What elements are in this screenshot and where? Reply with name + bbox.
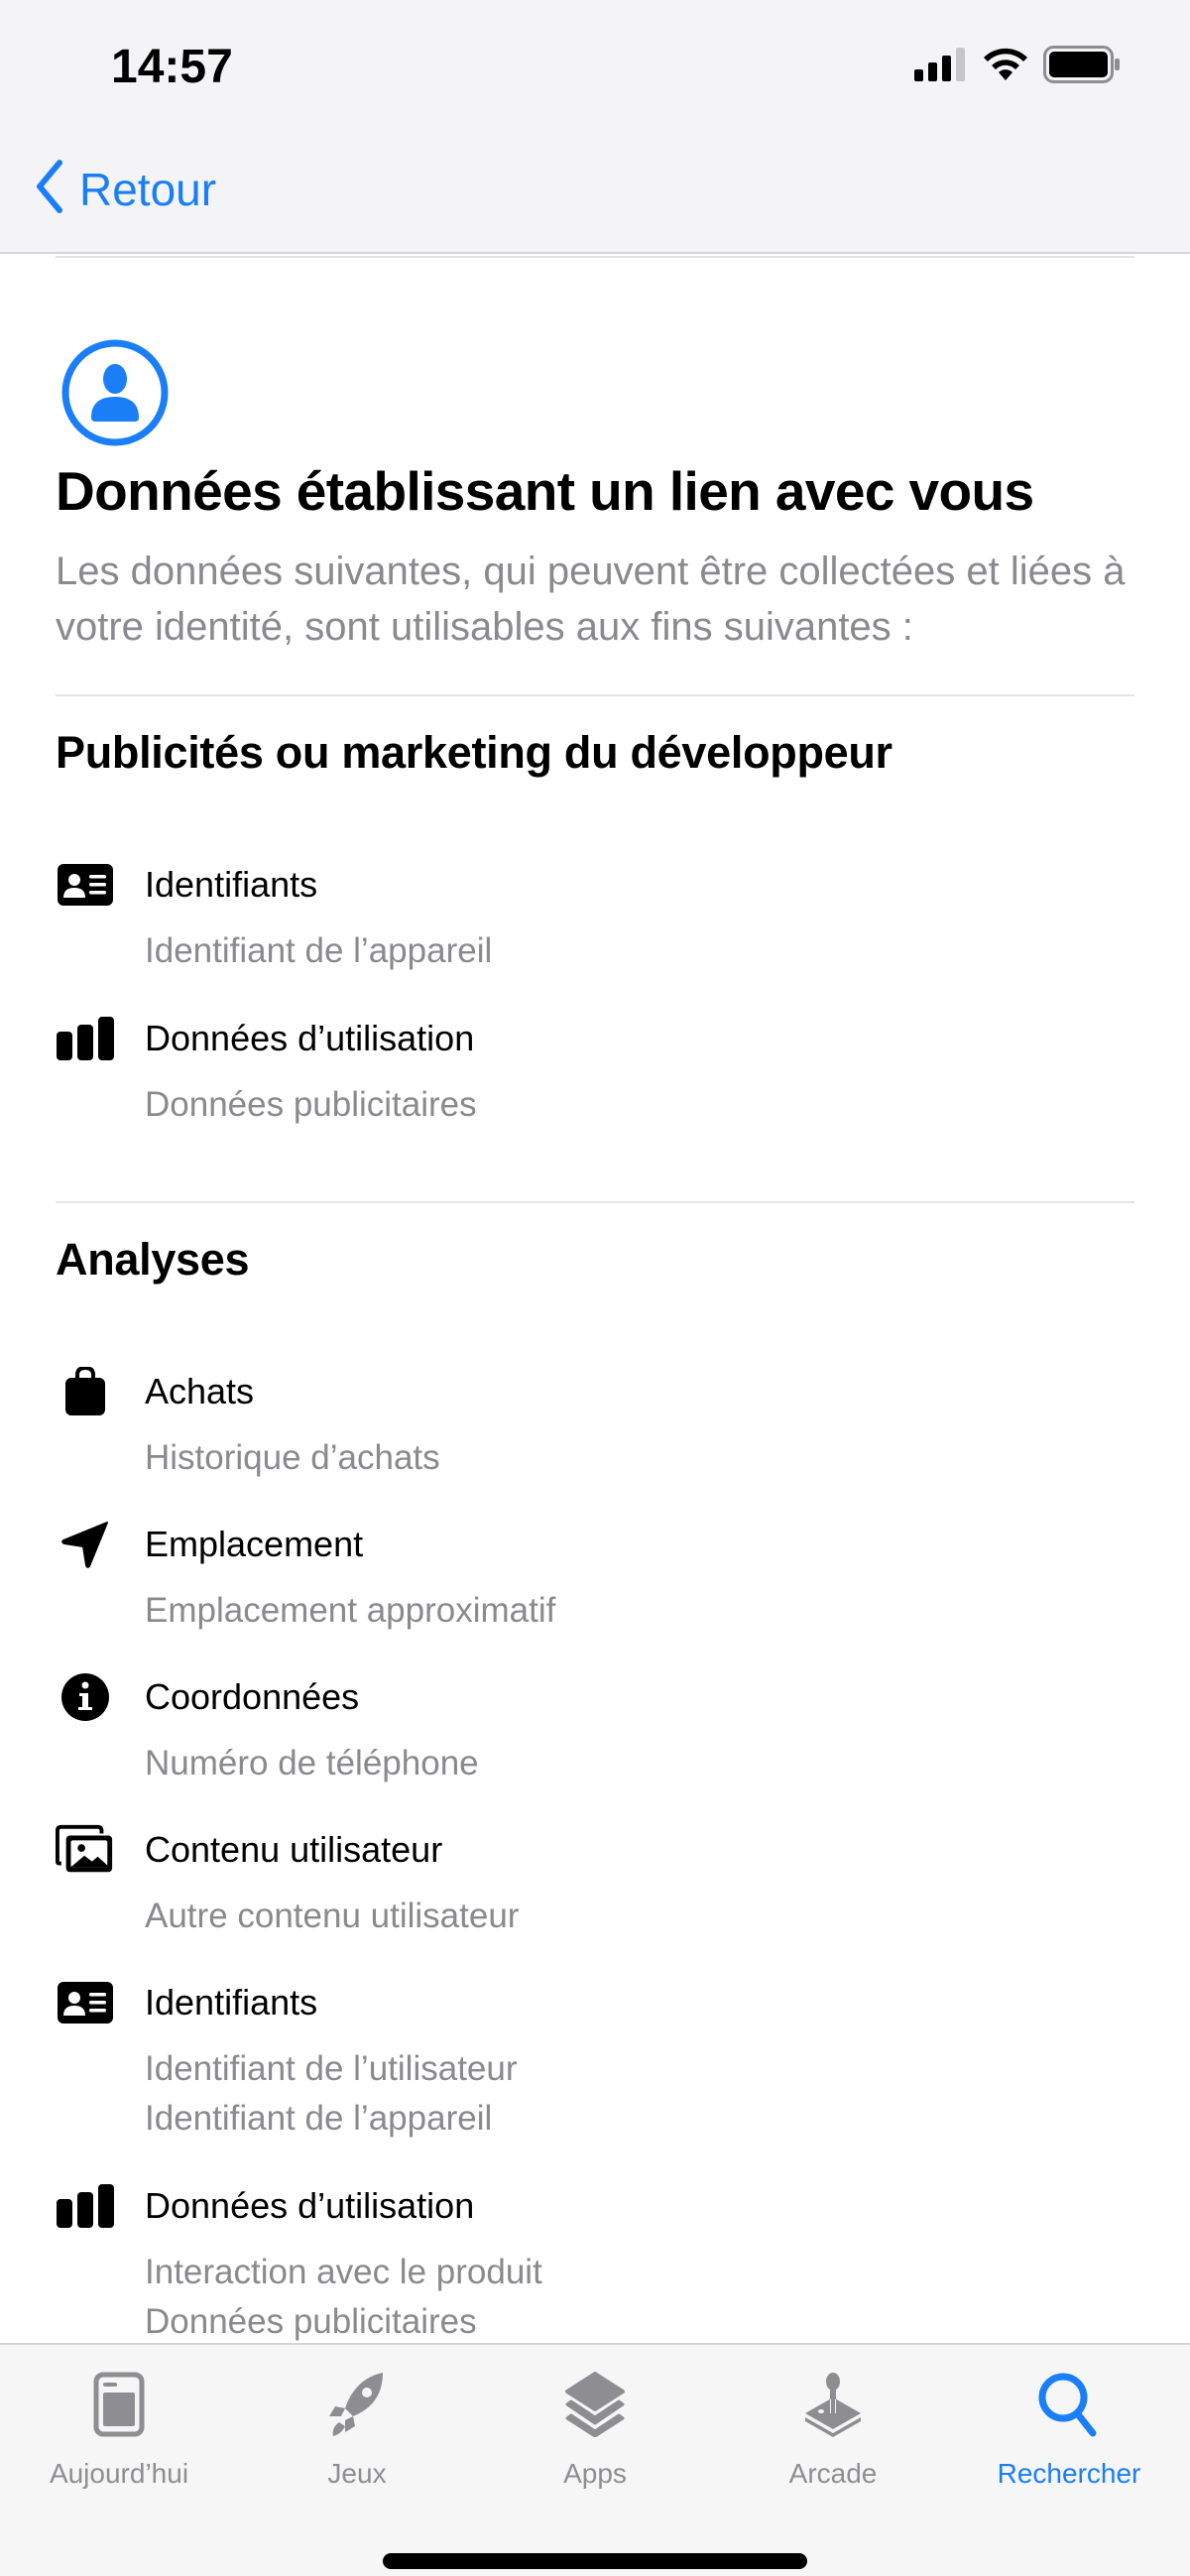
cellular-signal-icon — [914, 48, 968, 86]
tab-label: Apps — [563, 2458, 627, 2489]
today-icon — [79, 2365, 159, 2444]
item-detail: Données publicitaires — [145, 1085, 477, 1124]
location-arrow-icon — [56, 1520, 115, 1569]
photo-stack-icon — [56, 1824, 115, 1875]
item-label: Données d’utilisation — [145, 1018, 475, 1058]
item-detail: Interaction avec le produit — [145, 2253, 542, 2291]
item-detail: Données publicitaires — [145, 2302, 477, 2341]
apps-stack-icon — [555, 2365, 635, 2444]
item-label: Coordonnées — [145, 1676, 360, 1717]
status-time: 14:57 — [111, 41, 233, 93]
item-detail: Identifiant de l’utilisateur — [145, 2049, 518, 2088]
home-indicator[interactable] — [383, 2553, 807, 2569]
section-title: Publicités ou marketing du développeur — [56, 727, 892, 778]
tab-label: Rechercher — [997, 2458, 1141, 2489]
tab-search[interactable]: Rechercher — [970, 2365, 1168, 2490]
item-detail: Numéro de téléphone — [145, 1744, 479, 1782]
item-detail: Identifiant de l’appareil — [145, 931, 493, 970]
page-title: Données établissant un lien avec vous — [56, 460, 1034, 522]
wifi-icon — [982, 47, 1029, 87]
tab-games[interactable]: Jeux — [258, 2365, 456, 2490]
bar-chart-icon — [56, 1014, 115, 1063]
tab-bar: Aujourd’hui Jeux Apps Arcade Rechercher — [0, 2343, 1190, 2576]
item-label: Achats — [145, 1371, 255, 1411]
battery-icon — [1043, 46, 1121, 88]
section-divider — [56, 1201, 1134, 1203]
divider — [56, 256, 1134, 258]
item-detail: Historique d’achats — [145, 1438, 440, 1477]
item-label: Identifiants — [145, 1982, 318, 2023]
item-detail: Identifiant de l’appareil — [145, 2099, 493, 2138]
tab-label: Jeux — [327, 2458, 387, 2489]
bar-chart-icon — [56, 2181, 115, 2231]
tab-arcade[interactable]: Arcade — [734, 2365, 932, 2490]
info-circle-icon — [56, 1672, 115, 1722]
item-detail: Emplacement approximatif — [145, 1591, 556, 1630]
item-detail: Autre contenu utilisateur — [145, 1897, 520, 1935]
page-description: Les données suivantes, qui peuvent être … — [56, 550, 1126, 649]
back-label: Retour — [79, 163, 217, 215]
search-icon — [1029, 2365, 1109, 2444]
joystick-icon — [793, 2365, 873, 2444]
item-label: Identifiants — [145, 864, 318, 905]
id-card-icon — [56, 860, 115, 910]
id-card-icon — [56, 1978, 115, 2027]
person-circle-icon — [61, 339, 169, 446]
item-label: Contenu utilisateur — [145, 1829, 443, 1870]
tab-label: Aujourd’hui — [49, 2458, 189, 2489]
tab-today[interactable]: Aujourd’hui — [20, 2365, 218, 2490]
section-title: Analyses — [56, 1234, 250, 1285]
top-bar: 14:57 Retour — [0, 0, 1190, 254]
item-label: Emplacement — [145, 1524, 364, 1564]
status-icons — [914, 46, 1121, 88]
back-button[interactable]: Retour — [34, 159, 216, 219]
rocket-icon — [317, 2365, 397, 2444]
chevron-left-icon — [34, 159, 65, 219]
shopping-bag-icon — [56, 1367, 115, 1416]
tab-label: Arcade — [788, 2458, 878, 2489]
tab-apps[interactable]: Apps — [496, 2365, 694, 2490]
section-divider — [56, 694, 1134, 696]
item-label: Données d’utilisation — [145, 2185, 475, 2226]
